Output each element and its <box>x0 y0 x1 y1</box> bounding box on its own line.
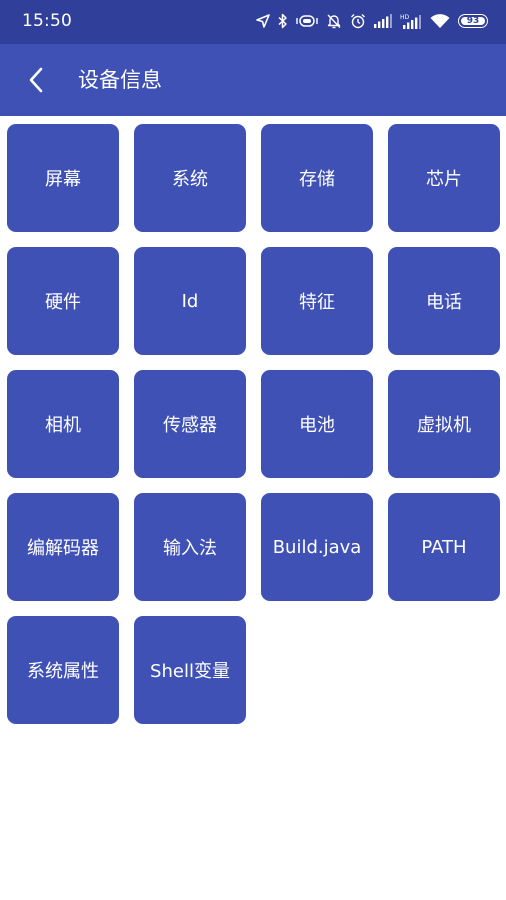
page-title: 设备信息 <box>78 68 162 92</box>
mute-alarm-icon <box>327 14 341 29</box>
tile-virtual-machine[interactable]: 虚拟机 <box>388 370 500 478</box>
category-grid: 屏幕 系统 存储 芯片 硬件 Id 特征 电话 相机 传感器 电池 虚拟机 编解… <box>7 124 500 724</box>
tile-id[interactable]: Id <box>134 247 246 355</box>
vibrate-icon <box>296 15 318 27</box>
tile-features[interactable]: 特征 <box>261 247 373 355</box>
tile-shell-variables[interactable]: Shell变量 <box>134 616 246 724</box>
status-time: 15:50 <box>22 11 72 31</box>
tile-screen[interactable]: 屏幕 <box>7 124 119 232</box>
battery-level: 93 <box>466 16 480 26</box>
back-arrow-icon <box>29 67 43 93</box>
tile-build-java[interactable]: Build.java <box>261 493 373 601</box>
tile-camera[interactable]: 相机 <box>7 370 119 478</box>
tile-storage[interactable]: 存储 <box>261 124 373 232</box>
wifi-icon <box>430 13 450 28</box>
location-icon <box>256 14 270 28</box>
status-bar: 15:50 HD 93 <box>0 0 506 44</box>
tile-input-method[interactable]: 输入法 <box>134 493 246 601</box>
back-button[interactable] <box>14 58 58 102</box>
tile-chip[interactable]: 芯片 <box>388 124 500 232</box>
tile-sensors[interactable]: 传感器 <box>134 370 246 478</box>
signal-icon <box>374 14 392 28</box>
battery-icon: 93 <box>458 14 488 28</box>
tile-path[interactable]: PATH <box>388 493 500 601</box>
status-icons: HD 93 <box>248 10 488 32</box>
alarm-icon <box>351 14 365 29</box>
tile-codecs[interactable]: 编解码器 <box>7 493 119 601</box>
svg-text:HD: HD <box>400 14 410 21</box>
bluetooth-icon <box>278 13 287 29</box>
tile-system[interactable]: 系统 <box>134 124 246 232</box>
tile-system-properties[interactable]: 系统属性 <box>7 616 119 724</box>
tile-battery[interactable]: 电池 <box>261 370 373 478</box>
tile-hardware[interactable]: 硬件 <box>7 247 119 355</box>
tile-phone[interactable]: 电话 <box>388 247 500 355</box>
signal-hd-icon: HD <box>400 14 421 29</box>
app-bar: 设备信息 <box>0 44 506 116</box>
